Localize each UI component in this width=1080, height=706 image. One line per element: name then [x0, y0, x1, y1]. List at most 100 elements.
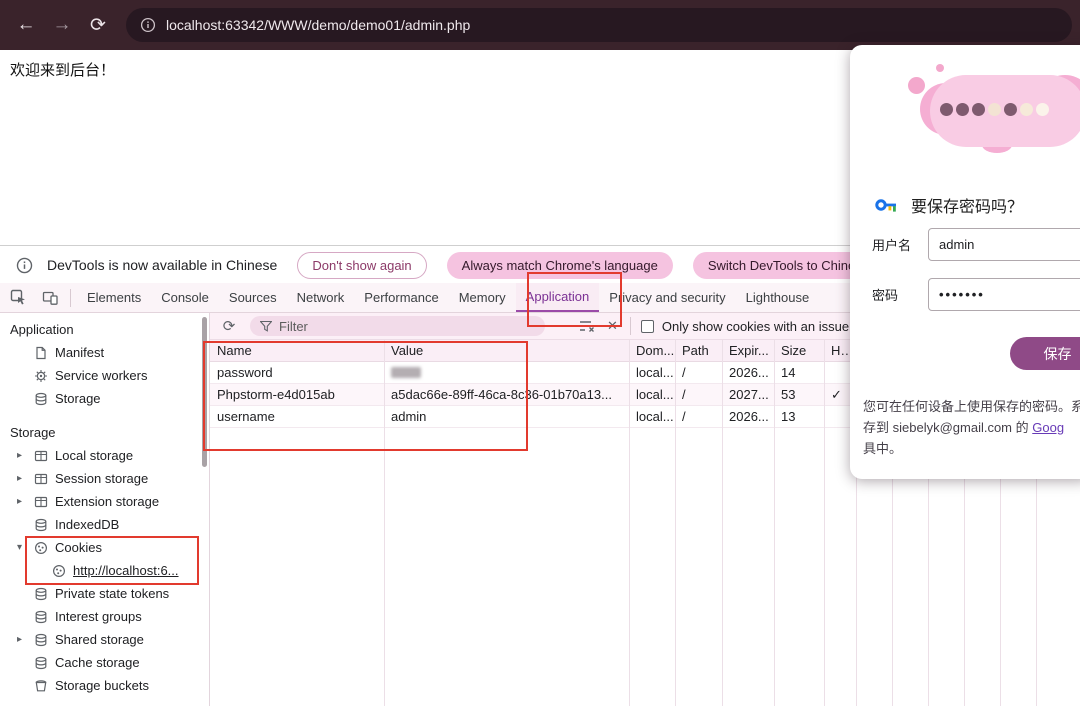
- sidebar-item-label: Service workers: [55, 368, 148, 383]
- sidebar-item-storage[interactable]: Storage: [0, 387, 209, 410]
- tab-performance[interactable]: Performance: [354, 283, 448, 312]
- sidebar-item-label: Cache storage: [55, 655, 140, 670]
- sidebar-item-label: Extension storage: [55, 494, 160, 509]
- cookie-value: [384, 362, 629, 383]
- dialog-footer-text: 您可在任何设备上使用保存的密码。系 存到 siebelyk@gmail.com …: [863, 399, 1080, 456]
- sidebar-item-storage-buckets[interactable]: Storage buckets: [0, 674, 209, 697]
- sidebar-scrollbar[interactable]: [202, 317, 207, 467]
- tab-network[interactable]: Network: [287, 283, 355, 312]
- forward-button[interactable]: →: [44, 7, 80, 43]
- sidebar-item-cookies-localhost[interactable]: http://localhost:6...: [0, 559, 209, 582]
- tab-application[interactable]: Application: [515, 283, 600, 312]
- sidebar-item-label: Private state tokens: [55, 586, 170, 601]
- sidebar-section-storage: Storage: [10, 425, 56, 440]
- close-filter-icon[interactable]: ✕: [607, 318, 618, 334]
- column-header-name[interactable]: Name: [210, 340, 384, 361]
- column-header-expires[interactable]: Expir...: [722, 340, 774, 361]
- database-icon: [34, 656, 48, 670]
- sidebar-item-label: http://localhost:6...: [73, 563, 179, 578]
- sidebar-item-session-storage[interactable]: ▸ Session storage: [0, 467, 209, 490]
- back-button[interactable]: ←: [8, 7, 44, 43]
- browser-toolbar: ← → ⟳ localhost:63342/WWW/demo/demo01/ad…: [0, 0, 1080, 50]
- sidebar-item-shared-storage[interactable]: ▸ Shared storage: [0, 628, 209, 651]
- divider: [70, 288, 71, 307]
- sidebar-item-private-state-tokens[interactable]: Private state tokens: [0, 582, 209, 605]
- clear-filter-icon[interactable]: [579, 320, 595, 333]
- dont-show-again-button[interactable]: Don't show again: [297, 251, 427, 279]
- expand-arrow-icon[interactable]: ▸: [17, 496, 22, 507]
- sidebar-item-indexeddb[interactable]: IndexedDB: [0, 513, 209, 536]
- sidebar-item-label: IndexedDB: [55, 517, 120, 532]
- tab-elements[interactable]: Elements: [77, 283, 151, 312]
- cookie-domain: local...: [636, 365, 674, 380]
- tab-memory[interactable]: Memory: [449, 283, 516, 312]
- table-icon: [34, 472, 48, 486]
- cookie-size: 53: [781, 387, 796, 402]
- database-icon: [34, 587, 48, 601]
- issue-cookies-label: Only show cookies with an issue: [661, 318, 850, 334]
- tab-privacy-security[interactable]: Privacy and security: [599, 283, 735, 312]
- cookie-domain: local...: [636, 409, 674, 424]
- inspect-element-icon[interactable]: [4, 285, 32, 311]
- column-header-value[interactable]: Value: [384, 340, 629, 361]
- column-header-path[interactable]: Path: [675, 340, 722, 361]
- cookie-name: Phpstorm-e4d015ab: [217, 387, 335, 402]
- address-bar[interactable]: localhost:63342/WWW/demo/demo01/admin.ph…: [126, 8, 1072, 42]
- cookie-name: username: [217, 409, 275, 424]
- cookie-path: /: [682, 387, 686, 402]
- sidebar-item-service-workers[interactable]: Service workers: [0, 364, 209, 387]
- issue-cookies-checkbox[interactable]: [640, 319, 654, 333]
- cookie-size: 14: [781, 365, 796, 380]
- expand-arrow-icon[interactable]: ▸: [17, 450, 22, 461]
- expand-arrow-icon[interactable]: ▸: [17, 473, 22, 484]
- database-icon: [34, 610, 48, 624]
- column-header-size[interactable]: Size: [774, 340, 824, 361]
- cookie-filter-input[interactable]: Filter: [250, 316, 545, 336]
- save-password-button[interactable]: 保存: [1010, 337, 1080, 370]
- cookie-icon: [52, 564, 66, 578]
- sidebar-item-interest-groups[interactable]: Interest groups: [0, 605, 209, 628]
- sidebar-item-label: Cookies: [55, 540, 102, 555]
- google-account-link[interactable]: Goog: [1032, 420, 1064, 435]
- refresh-cookies-icon[interactable]: ⟳: [216, 314, 242, 338]
- sidebar-item-cookies[interactable]: ▾ Cookies: [0, 536, 209, 559]
- url-text: localhost:63342/WWW/demo/demo01/admin.ph…: [166, 17, 471, 33]
- dialog-title: 要保存密码吗？: [911, 199, 1024, 216]
- password-input[interactable]: [928, 278, 1080, 311]
- column-header-domain[interactable]: Dom...: [629, 340, 675, 361]
- password-label: 密码: [872, 288, 899, 303]
- sidebar-item-extension-storage[interactable]: ▸ Extension storage: [0, 490, 209, 513]
- device-toolbar-icon[interactable]: [36, 285, 64, 311]
- table-icon: [34, 495, 48, 509]
- site-info-icon[interactable]: [140, 17, 156, 33]
- sidebar-item-local-storage[interactable]: ▸ Local storage: [0, 444, 209, 467]
- cookie-size: 13: [781, 409, 796, 424]
- tab-lighthouse[interactable]: Lighthouse: [736, 283, 820, 312]
- sidebar-item-manifest[interactable]: Manifest: [0, 341, 209, 364]
- document-icon: [34, 346, 48, 360]
- application-sidebar: Application Manifest Service workers Sto…: [0, 313, 210, 706]
- sidebar-section-application: Application: [10, 322, 74, 337]
- sidebar-item-label: Interest groups: [55, 609, 142, 624]
- sidebar-item-cache-storage[interactable]: Cache storage: [0, 651, 209, 674]
- sidebar-item-label: Session storage: [55, 471, 149, 486]
- username-label: 用户名: [872, 238, 912, 253]
- tab-sources[interactable]: Sources: [219, 283, 287, 312]
- username-input[interactable]: [928, 228, 1080, 261]
- tab-console[interactable]: Console: [151, 283, 219, 312]
- reload-button[interactable]: ⟳: [80, 7, 116, 43]
- cookie-icon: [34, 541, 48, 555]
- sidebar-item-label: Shared storage: [55, 632, 144, 647]
- database-icon: [34, 392, 48, 406]
- info-icon: [16, 257, 33, 274]
- cookie-value: admin: [391, 409, 427, 424]
- cookie-expires: 2026...: [729, 409, 769, 424]
- redacted-value: [391, 367, 421, 378]
- cookie-path: /: [682, 365, 686, 380]
- funnel-icon: [260, 320, 272, 332]
- match-language-button[interactable]: Always match Chrome's language: [446, 251, 673, 279]
- sidebar-item-label: Manifest: [55, 345, 105, 360]
- sidebar-item-label: Storage: [55, 391, 101, 406]
- collapse-arrow-icon[interactable]: ▾: [17, 542, 22, 553]
- expand-arrow-icon[interactable]: ▸: [17, 634, 22, 645]
